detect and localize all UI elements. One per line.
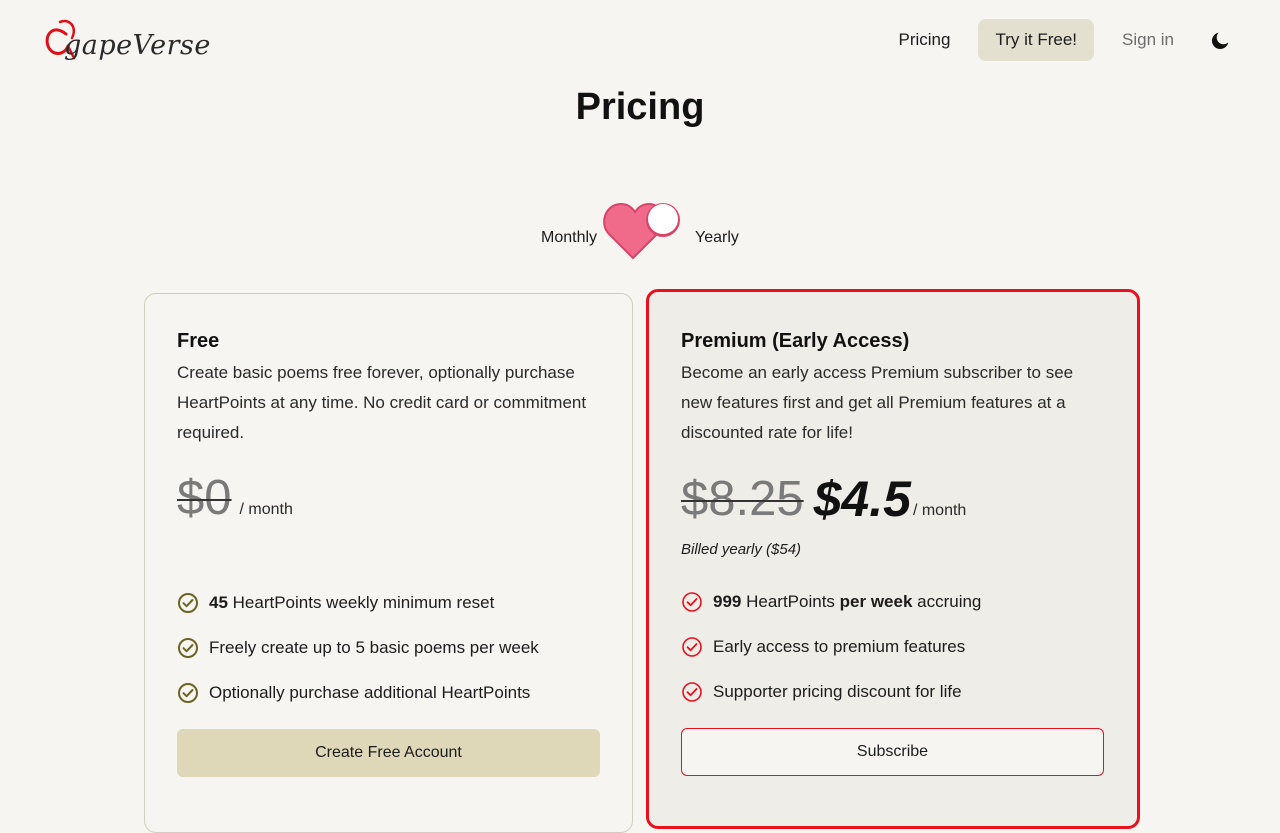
price-row: $0 / month bbox=[177, 474, 293, 523]
check-circle-icon bbox=[178, 592, 198, 613]
moon-icon[interactable] bbox=[1210, 29, 1232, 51]
feature-list: 999 HeartPoints per week accruing Early … bbox=[681, 579, 981, 714]
price-row: $8.25 $4.5 / month bbox=[681, 474, 966, 524]
feature-text: Optionally purchase additional HeartPoin… bbox=[209, 682, 531, 702]
plan-name: Premium (Early Access) bbox=[681, 330, 910, 352]
feature-text: Supporter pricing discount for life bbox=[713, 681, 962, 701]
feature-text: 999 HeartPoints per week accruing bbox=[713, 591, 982, 611]
price-period: / month bbox=[239, 501, 293, 518]
plan-description: Create basic poems free forever, optiona… bbox=[177, 363, 587, 442]
yearly-label[interactable]: Yearly bbox=[695, 229, 739, 247]
nav-pricing-link[interactable]: Pricing bbox=[899, 30, 951, 50]
check-circle-icon bbox=[682, 591, 702, 612]
feature-text: 45 HeartPoints weekly minimum reset bbox=[209, 592, 495, 612]
current-price: $4.5 bbox=[813, 471, 911, 527]
create-free-account-button[interactable]: Create Free Account bbox=[177, 729, 600, 777]
heart-toggle-icon[interactable] bbox=[601, 198, 685, 262]
check-circle-icon bbox=[682, 681, 702, 702]
old-price: $0 bbox=[177, 471, 232, 525]
check-circle-icon bbox=[178, 637, 198, 658]
sign-in-link[interactable]: Sign in bbox=[1122, 30, 1174, 50]
feature-item: Freely create up to 5 basic poems per we… bbox=[177, 625, 539, 670]
billing-note: Billed yearly ($54) bbox=[681, 541, 802, 558]
feature-list: 45 HeartPoints weekly minimum reset Free… bbox=[177, 580, 539, 715]
feature-item: 45 HeartPoints weekly minimum reset bbox=[177, 580, 539, 625]
feature-item: 999 HeartPoints per week accruing bbox=[681, 579, 981, 624]
feature-text: Freely create up to 5 basic poems per we… bbox=[209, 637, 539, 657]
feature-item: Supporter pricing discount for life bbox=[681, 669, 981, 714]
check-circle-icon bbox=[178, 682, 198, 703]
page-title: Pricing bbox=[575, 86, 705, 128]
logo-text: gapeVerse bbox=[64, 30, 211, 61]
plan-card-free: Free Create basic poems free forever, op… bbox=[144, 293, 633, 833]
price-period: / month bbox=[912, 502, 967, 519]
try-free-button[interactable]: Try it Free! bbox=[978, 19, 1095, 61]
billing-toggle: Monthly Yearly bbox=[541, 198, 751, 260]
plan-description: Become an early access Premium subscribe… bbox=[681, 363, 1074, 442]
check-circle-icon bbox=[682, 636, 702, 657]
plan-card-premium: Premium (Early Access) Become an early a… bbox=[646, 289, 1140, 829]
feature-item: Early access to premium features bbox=[681, 624, 981, 669]
old-price: $8.25 bbox=[681, 472, 804, 526]
top-nav: Pricing Try it Free! Sign in bbox=[899, 19, 1233, 61]
plan-name: Free bbox=[177, 330, 220, 352]
brand-logo[interactable]: gapeVerse bbox=[44, 14, 210, 66]
subscribe-button[interactable]: Subscribe bbox=[681, 728, 1104, 776]
feature-item: Optionally purchase additional HeartPoin… bbox=[177, 670, 539, 715]
feature-text: Early access to premium features bbox=[713, 636, 966, 656]
monthly-label[interactable]: Monthly bbox=[541, 229, 597, 247]
